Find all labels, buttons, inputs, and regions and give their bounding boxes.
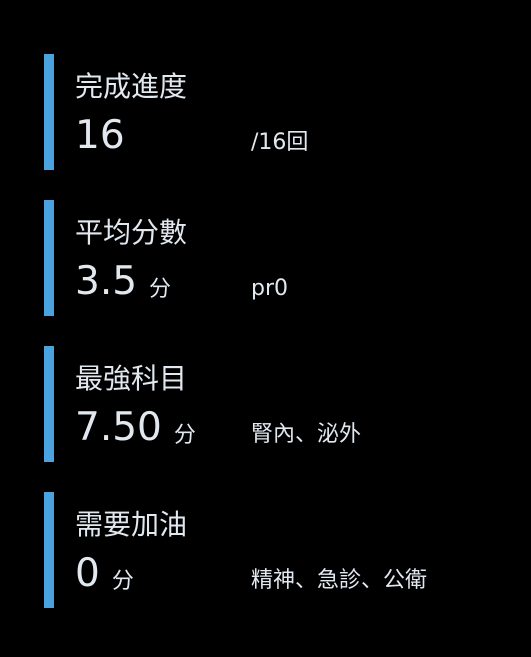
accent-bar: [44, 200, 54, 316]
accent-bar: [44, 346, 54, 462]
stat-value-line: 16: [75, 112, 125, 168]
stat-unit: 分: [149, 277, 172, 302]
stat-value-line: 3.5 分: [75, 258, 171, 314]
stat-value-line: 0分: [75, 550, 134, 606]
stat-title: 需要加油: [75, 508, 188, 541]
stat-card-progress: 完成進度 16 /16回: [44, 54, 504, 170]
stat-detail: 精神、急診、公衛: [251, 568, 428, 593]
stat-value: 16: [75, 113, 125, 158]
stat-card-average-score: 平均分數 3.5 分 pr0: [44, 200, 504, 316]
stat-title: 完成進度: [75, 70, 188, 103]
stat-detail: /16回: [251, 130, 309, 155]
stat-detail: pr0: [251, 276, 289, 301]
stat-detail: 腎內、泌外: [251, 422, 362, 447]
stat-card-strongest-subject: 最強科目 7.50 分 腎內、泌外: [44, 346, 504, 462]
stat-unit: 分: [111, 569, 134, 594]
accent-bar: [44, 54, 54, 170]
stat-value-line: 7.50 分: [75, 404, 196, 460]
stat-card-needs-improvement: 需要加油 0分 精神、急診、公衛: [44, 492, 504, 608]
stat-value: 7.50: [75, 405, 162, 450]
stat-title: 平均分數: [75, 216, 188, 249]
stat-value: 0: [75, 551, 100, 596]
stat-title: 最強科目: [75, 362, 188, 395]
accent-bar: [44, 492, 54, 608]
stat-value: 3.5: [75, 259, 138, 304]
stat-unit: 分: [173, 423, 196, 448]
